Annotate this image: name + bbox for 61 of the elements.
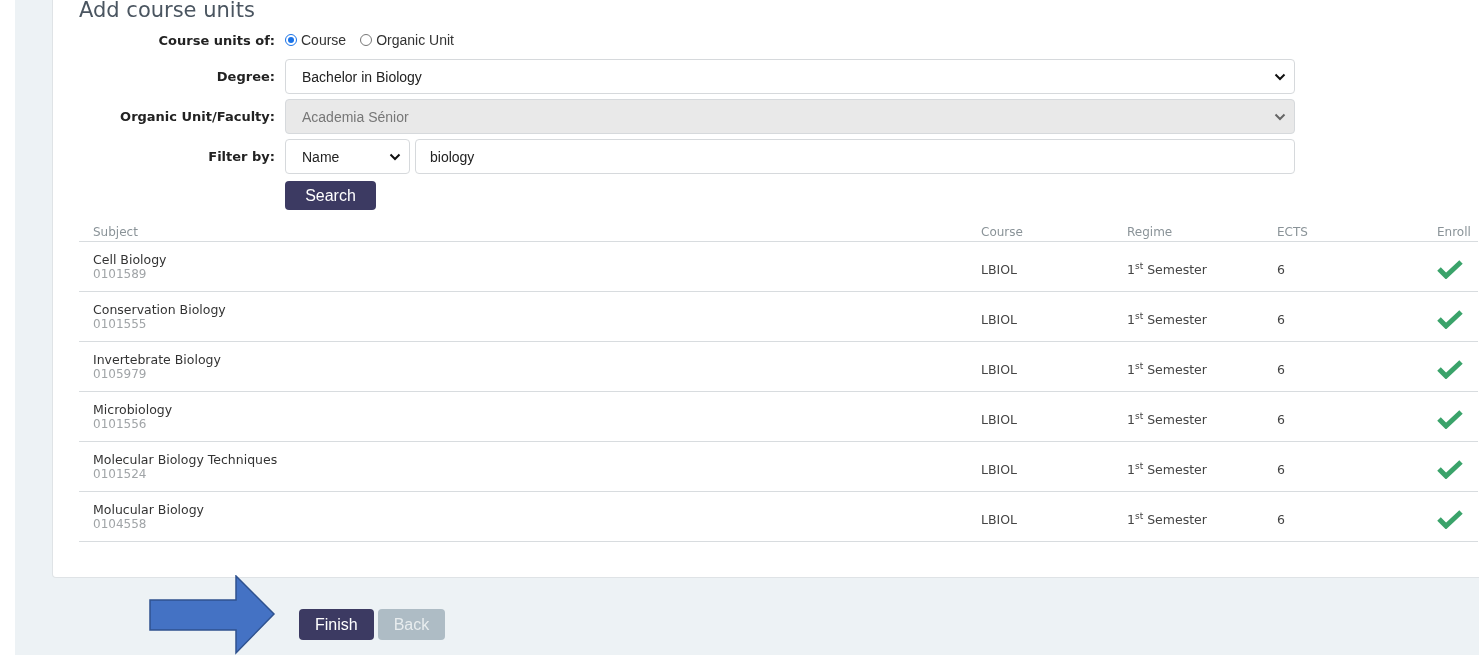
column-header: Enroll <box>1437 224 1472 239</box>
table-cell-text: 6 <box>1277 512 1286 527</box>
table-cell-text: 6 <box>1277 312 1286 327</box>
select-value: Name <box>302 148 340 165</box>
degree-select[interactable]: Bachelor in Biology <box>285 59 1295 94</box>
column-header: Subject <box>93 224 139 239</box>
filter-select[interactable]: Name <box>285 139 410 174</box>
subject-name: Molucular Biology <box>93 502 206 517</box>
subject-name: Microbiology <box>93 402 174 417</box>
checkmark-icon[interactable] <box>1437 258 1463 279</box>
subject-code: 0101555 <box>93 317 148 331</box>
subject-code: 0101524 <box>93 467 148 481</box>
radio-label: Course <box>301 32 347 48</box>
table-cell-text: 1$^{st}$ Semester <box>1127 261 1208 278</box>
field-label: Course units of: <box>158 32 275 48</box>
checkmark-icon[interactable] <box>1437 508 1463 529</box>
subject-code: 0101556 <box>93 417 148 431</box>
subject-name: Invertebrate Biology <box>93 352 222 367</box>
chevron-icon <box>1274 72 1286 81</box>
table-cell-text: LBIOL <box>981 512 1019 527</box>
page-title: Add course units <box>79 0 256 22</box>
checkmark-icon[interactable] <box>1437 458 1463 479</box>
table-cell-text: 6 <box>1277 262 1286 277</box>
table-cell-text: 1$^{st}$ Semester <box>1127 411 1208 428</box>
select-value: Academia Sénior <box>302 108 409 125</box>
field-label: Organic Unit/Faculty: <box>120 109 275 124</box>
radio-option[interactable]: Organic Unit <box>360 32 454 48</box>
radio-option[interactable]: Course <box>285 32 347 48</box>
table-cell-text: LBIOL <box>981 362 1019 377</box>
table-cell-text: 6 <box>1277 412 1286 427</box>
search-field[interactable]: biology <box>415 139 1295 174</box>
checkmark-icon[interactable] <box>1437 308 1463 329</box>
table-cell-text: 1$^{st}$ Semester <box>1127 361 1208 378</box>
column-header: ECTS <box>1277 224 1309 239</box>
field-label: Filter by: <box>208 149 275 164</box>
checkmark-icon[interactable] <box>1437 358 1463 379</box>
table-cell-text: LBIOL <box>981 412 1019 427</box>
table-cell-text: LBIOL <box>981 262 1019 277</box>
subject-name: Molecular Biology Techniques <box>93 452 279 467</box>
table-cell-text: 6 <box>1277 362 1286 377</box>
subject-code: 0101589 <box>93 267 148 281</box>
table-cell-text: 1$^{st}$ Semester <box>1127 461 1208 478</box>
subject-name: Cell Biology <box>93 252 168 267</box>
table-cell-text: 1$^{st}$ Semester <box>1127 511 1208 528</box>
table-cell-text: 1$^{st}$ Semester <box>1127 311 1208 328</box>
finish-button[interactable]: Finish <box>299 609 374 640</box>
radio-label: Organic Unit <box>376 32 454 48</box>
field-label: Degree: <box>216 69 275 84</box>
table-cell-text: LBIOL <box>981 462 1019 477</box>
column-header: Course <box>981 224 1024 239</box>
subject-code: 0104558 <box>93 517 148 531</box>
search-button[interactable]: Search <box>285 181 376 210</box>
column-header: Regime <box>1127 224 1174 239</box>
checkmark-icon[interactable] <box>1437 408 1463 429</box>
subject-name: Conservation Biology <box>93 302 227 317</box>
subject-code: 0105979 <box>93 367 148 381</box>
select-value: Bachelor in Biology <box>302 68 422 85</box>
table-cell-text: 6 <box>1277 462 1286 477</box>
chevron-icon <box>389 152 401 161</box>
table-cell-text: LBIOL <box>981 312 1019 327</box>
chevron-icon <box>1274 112 1286 121</box>
